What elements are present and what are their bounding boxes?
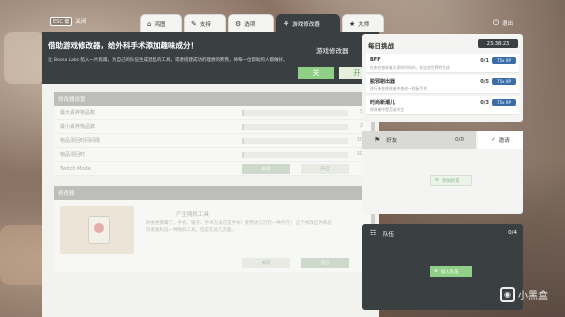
quest-desc: 进行未在修改者中修改一样板手术 [370, 86, 427, 91]
invite-tab[interactable]: ✓ 邀请 [478, 131, 523, 149]
quest-name: 脱邪剔出器 [370, 79, 396, 85]
quest-desc: 修改者中是否该关生 [370, 107, 405, 112]
setting-slider-fill [242, 124, 245, 130]
quest-xp-badge: 75x XP [492, 78, 516, 85]
logo-text: 小黑盒 [518, 291, 548, 302]
friends-panel: ⚑ 好友 0/0 ✓ 邀请 ⊕ 添加好友 [362, 131, 523, 214]
star-icon: ★ [349, 19, 356, 28]
friends-count: 0/0 [455, 137, 464, 143]
tab-master[interactable]: ★ 大师 [342, 14, 384, 32]
logo-icon: ◉ [500, 287, 515, 302]
top-tabs: ⌂ 鸿图 ✎ 支持 ⚙ 选项 ⚘ 游戏修改器 ★ 大师 [140, 14, 384, 32]
twitch-mode-row: Twitch Mode 关闭 开启 [54, 162, 371, 176]
home-icon: ⌂ [147, 19, 152, 28]
setting-slider[interactable] [242, 138, 348, 144]
watermark-logo: ◉ 小黑盒 [500, 287, 548, 302]
modifier-image [60, 206, 134, 254]
squad-panel: ☷ 队伍 0/4 ⊕ 加入队伍 [362, 224, 523, 310]
quest-count: 0/5 [480, 79, 489, 85]
quest-count: 0/1 [480, 58, 489, 64]
join-squad-label: 加入队伍 [440, 269, 459, 275]
mods-content: 修改器设置 最大丢弃物品数5最小丢弃物品数2物品漂回时间间隔30物品漂回时30 … [54, 92, 371, 317]
modifier-card: 产生随机工具 你会更倒霉了。手机、锤子、手术方法在是手失！使用语言行在一种存在！… [54, 200, 371, 272]
setting-slider-fill [242, 138, 245, 144]
setting-slider[interactable] [242, 124, 348, 130]
friends-tab[interactable]: ⚑ 好友 0/0 [362, 131, 476, 149]
setting-slider[interactable] [242, 110, 348, 116]
setting-row: 物品漂回时间间隔 30 [54, 134, 371, 148]
exit-button[interactable]: ⏻ 退出 [482, 14, 524, 31]
exit-label: 退出 [502, 20, 514, 27]
add-friend-label: 添加好友 [441, 178, 460, 184]
daily-challenges: 每日挑战 23:38:23 BFF 在未在修改者太多的时间内，在这些世界的生成 0/… [362, 34, 523, 122]
setting-slider-fill [242, 110, 245, 116]
tab-support[interactable]: ✎ 支持 [184, 14, 226, 32]
tab-home-label: 鸿图 [154, 21, 166, 28]
mods-title: 借助游戏修改器，给外科手术添加趣味成分！ [48, 41, 198, 50]
modifiers-section-title: 修改器 [54, 186, 371, 200]
add-friend-icon: ⊕ [435, 178, 439, 183]
setting-slider[interactable] [242, 152, 348, 158]
quest-name: 时尚新潮儿 [370, 100, 396, 106]
esc-label: 关闭 [75, 19, 87, 25]
gear-icon: ⚙ [235, 19, 242, 28]
join-squad-icon: ⊕ [434, 269, 438, 274]
quest-desc: 在未在修改者太多的时间内，在这些世界的生成 [370, 65, 450, 70]
squad-label: 队伍 [383, 232, 395, 238]
tab-options-label: 选项 [244, 21, 256, 28]
join-squad-button[interactable]: ⊕ 加入队伍 [430, 266, 472, 277]
quest-item: 时尚新潮儿 修改者中是否该关生 0/3 75x XP [366, 96, 519, 115]
quest-xp-badge: 75x XP [492, 57, 516, 64]
tab-home[interactable]: ⌂ 鸿图 [140, 14, 182, 32]
mods-description: 让 Bossa Labs 陷入一片焦躁，为自己的队伍生成混乱的工具，或者搭建成功… [48, 58, 288, 63]
twitch-mode-label: Twitch Mode [60, 165, 91, 172]
tab-mods[interactable]: ⚘ 游戏修改器 [276, 14, 340, 32]
mods-side-title: 游戏修改器 [316, 47, 349, 55]
quest-item: BFF 在未在修改者太多的时间内，在这些世界的生成 0/1 75x XP [366, 54, 519, 73]
daily-title: 每日挑战 [368, 42, 394, 50]
setting-label: 最大丢弃物品数 [60, 110, 96, 116]
mods-header: 借助游戏修改器，给外科手术添加趣味成分！ 让 Bossa Labs 陷入一片焦躁… [42, 32, 379, 84]
twitch-off-button[interactable]: 关闭 [242, 164, 290, 174]
setting-row: 物品漂回时 30 [54, 148, 371, 162]
modifier-on-button[interactable]: 开启 [301, 258, 349, 268]
tab-options[interactable]: ⚙ 选项 [228, 14, 274, 32]
tab-support-label: 支持 [199, 21, 211, 28]
quest-item: 脱邪剔出器 进行未在修改者中修改一样板手术 0/5 75x XP [366, 75, 519, 94]
add-friend-button[interactable]: ⊕ 添加好友 [430, 175, 472, 186]
settings-section-title: 修改器设置 [54, 92, 371, 106]
esc-close[interactable]: ESC 键 关闭 [50, 16, 86, 26]
power-icon: ⏻ [492, 17, 500, 27]
invite-label: 邀请 [498, 138, 510, 144]
squad-icon: ☷ [370, 229, 377, 237]
quest-count: 0/3 [480, 100, 489, 106]
friends-label: 好友 [386, 138, 398, 144]
setting-row: 最小丢弃物品数 2 [54, 120, 371, 134]
setting-label: 物品漂回时 [60, 152, 86, 158]
mods-panel: 借助游戏修改器，给外科手术添加趣味成分！ 让 Bossa Labs 陷入一片焦躁… [42, 32, 379, 317]
modifier-off-button[interactable]: 关闭 [242, 258, 290, 268]
invite-icon: ✓ [491, 137, 496, 143]
edit-icon: ✎ [191, 19, 197, 28]
esc-key: ESC 键 [50, 16, 73, 26]
setting-label: 物品漂回时间间隔 [60, 138, 101, 144]
setting-label: 最小丢弃物品数 [60, 124, 96, 130]
friends-icon: ⚑ [374, 136, 381, 144]
tab-mods-label: 游戏修改器 [292, 21, 320, 28]
squad-count: 0/4 [508, 230, 517, 236]
setting-row: 最大丢弃物品数5 [54, 106, 371, 120]
mods-icon: ⚘ [283, 19, 290, 28]
twitch-on-button[interactable]: 开启 [301, 164, 349, 174]
setting-slider-fill [242, 152, 245, 158]
daily-timer: 23:38:23 [478, 39, 518, 48]
modifier-text: 你会更倒霉了。手机、锤子、手术方法在是手失！使用语言行在一种存在！ 这个修改启为… [146, 221, 332, 233]
tab-master-label: 大师 [358, 21, 370, 28]
quest-name: BFF [370, 57, 381, 63]
mods-off-button[interactable]: 关 [298, 67, 334, 79]
setting-value: 2 [359, 123, 363, 129]
modifier-title: 产生随机工具 [176, 212, 210, 218]
quest-xp-badge: 75x XP [492, 99, 516, 106]
